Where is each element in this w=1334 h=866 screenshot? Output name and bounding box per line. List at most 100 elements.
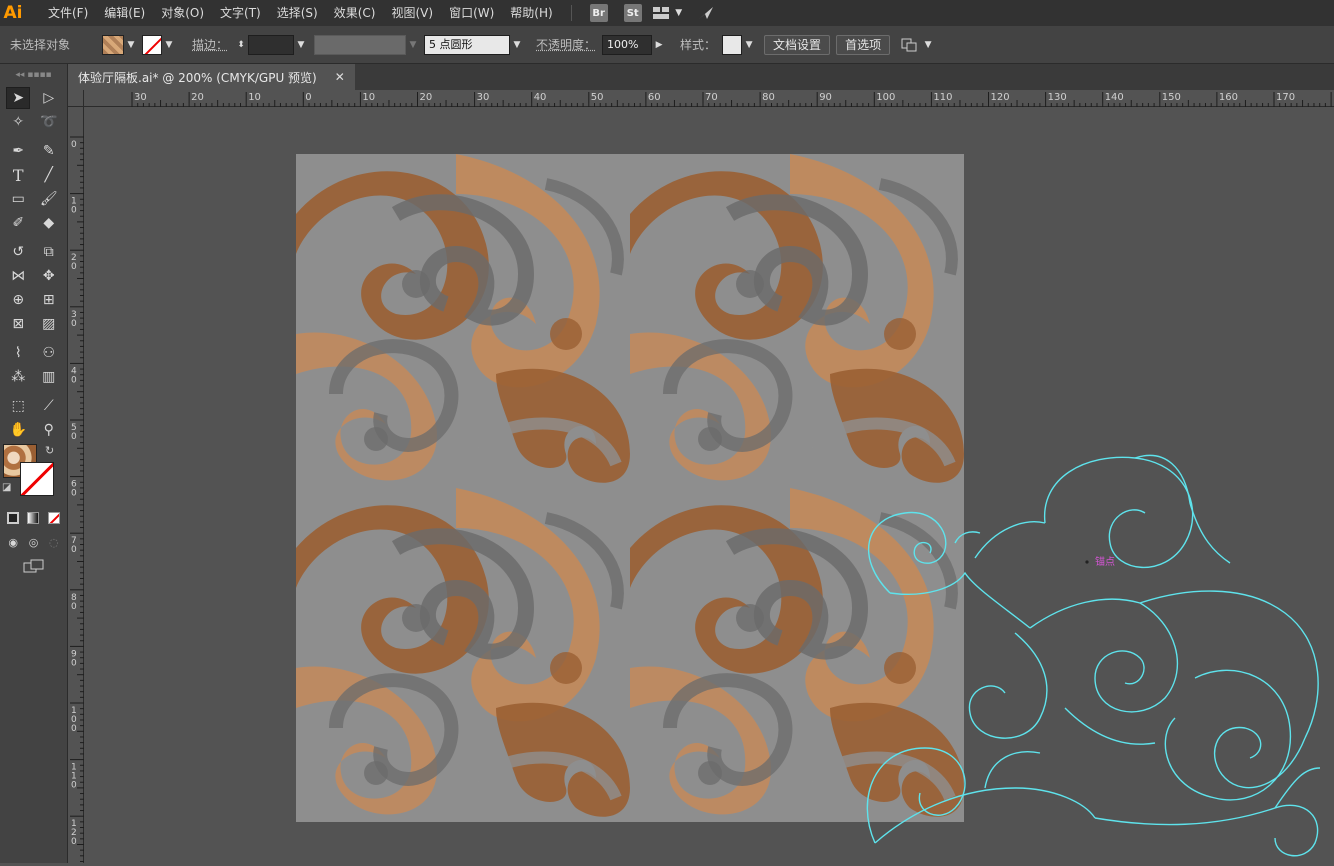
ruler-label: 0: [71, 837, 77, 847]
gpu-performance-icon[interactable]: [694, 2, 718, 24]
curvature-icon[interactable]: ✎: [37, 140, 61, 162]
pen-icon[interactable]: ✒: [6, 140, 30, 162]
chevron-right-icon[interactable]: ▶: [652, 40, 666, 50]
document-tab-bar: 体验厅隔板.ai* @ 200% (CMYK/GPU 预览) ✕: [68, 64, 1334, 90]
preferences-button[interactable]: 首选项: [836, 34, 891, 55]
anchor-hint-label: 锚点: [1095, 556, 1115, 568]
menu-help[interactable]: 帮助(H): [502, 0, 560, 26]
opacity-label[interactable]: 不透明度：: [530, 36, 602, 53]
gradient-icon[interactable]: ▨: [37, 313, 61, 335]
stock-button[interactable]: St: [623, 4, 642, 22]
draw-behind-icon[interactable]: ◎: [23, 531, 43, 553]
menu-effect[interactable]: 效果(C): [326, 0, 384, 26]
width-icon[interactable]: ⋈: [6, 265, 30, 287]
eraser-icon[interactable]: ◆: [37, 212, 61, 234]
blend-icon[interactable]: ⚇: [37, 342, 61, 364]
chevron-down-icon[interactable]: ▼: [510, 40, 524, 50]
none-icon[interactable]: [44, 507, 64, 529]
ruler-label: 0: [71, 140, 77, 150]
ruler-label: 160: [1219, 92, 1238, 103]
chevron-down-icon[interactable]: ▼: [742, 40, 756, 50]
gradient-icon[interactable]: [23, 507, 43, 529]
menu-edit[interactable]: 编辑(E): [96, 0, 153, 26]
arrange-documents-icon[interactable]: [897, 34, 921, 56]
stroke-swatch[interactable]: [142, 34, 162, 55]
symbol-sprayer-icon[interactable]: ⁂: [6, 366, 30, 388]
default-fill-stroke-icon[interactable]: ◪: [2, 482, 11, 493]
tool-row: ⌇ ⚇: [0, 341, 67, 365]
horizontal-ruler[interactable]: 30 20 10 0 10 20 30 40 50 60 70 80 90 100 110 120 130 140…: [84, 90, 1334, 107]
magic-wand-icon[interactable]: ✧: [6, 111, 30, 133]
rectangle-icon[interactable]: ▭: [6, 188, 30, 210]
close-icon[interactable]: ✕: [335, 70, 345, 84]
tool-row: ⊕ ⊞: [0, 288, 67, 312]
ruler-label: 30: [477, 92, 490, 103]
hand-icon[interactable]: ✋: [6, 419, 30, 441]
scale-icon[interactable]: ⧉: [37, 241, 61, 263]
tool-row: ✧ ➰: [0, 110, 67, 134]
menu-object[interactable]: 对象(O): [153, 0, 212, 26]
tool-row: ✋ ⚲: [0, 418, 67, 442]
graphic-style-swatch[interactable]: [722, 34, 743, 55]
tools-panel: ◂◂ ▪▪▪▪ ➤ ▷ ✧ ➰ ✒ ✎ T ╱ ▭ 🖌 ✐ ◆ ↺ ⧉ ⋈ ✥ ⊕ ⊞ ⊠ ▨ ⌇ ⚇ ⁂ ▥ ⬚ ⟋ ✋ ⚲ ↻ ◪…: [0, 64, 68, 863]
brush-definition[interactable]: 5 点圆形: [424, 34, 511, 55]
fill-swatch[interactable]: [102, 34, 124, 55]
chevron-down-icon[interactable]: ▼: [162, 40, 176, 50]
direct-selection-icon[interactable]: ▷: [37, 87, 61, 109]
bridge-button[interactable]: Br: [589, 4, 608, 22]
vertical-ruler[interactable]: 0102030405060708090100110120: [68, 107, 84, 863]
screen-mode-row: [0, 554, 67, 578]
selection-status: 未选择对象: [10, 38, 71, 52]
ruler-label: 30: [134, 92, 147, 103]
document-tab[interactable]: 体验厅隔板.ai* @ 200% (CMYK/GPU 预览) ✕: [68, 64, 355, 90]
menu-type[interactable]: 文字(T): [212, 0, 269, 26]
slice-icon[interactable]: ⟋: [37, 395, 61, 417]
collapse-panel-icon[interactable]: ◂◂ ▪▪▪▪: [0, 64, 67, 86]
stroke-stepper-icon[interactable]: ⬍: [234, 40, 248, 50]
draw-inside-icon[interactable]: ◌: [44, 531, 64, 553]
ruler-label: 70: [705, 92, 718, 103]
document-setup-button[interactable]: 文档设置: [764, 34, 831, 55]
ruler-label: 0: [71, 432, 77, 442]
ruler-label: 0: [71, 545, 77, 555]
shape-builder-icon[interactable]: ⊕: [6, 289, 30, 311]
eyedropper-icon[interactable]: ⌇: [6, 342, 30, 364]
chevron-down-icon[interactable]: ▼: [672, 8, 686, 18]
paintbrush-icon[interactable]: 🖌: [37, 188, 61, 210]
rotate-icon[interactable]: ↺: [6, 241, 30, 263]
stroke-weight-input[interactable]: [248, 34, 295, 55]
perspective-grid-icon[interactable]: ⊞: [37, 289, 61, 311]
swap-fill-stroke-icon[interactable]: ↻: [45, 444, 54, 457]
menu-window[interactable]: 窗口(W): [441, 0, 502, 26]
menu-view[interactable]: 视图(V): [383, 0, 441, 26]
mesh-icon[interactable]: ⊠: [6, 313, 30, 335]
column-graph-icon[interactable]: ▥: [37, 366, 61, 388]
screen-mode-icon[interactable]: [22, 555, 46, 577]
ruler-origin[interactable]: [68, 90, 84, 107]
line-segment-icon[interactable]: ╱: [37, 164, 61, 186]
ruler-label: 110: [933, 92, 952, 103]
ruler-label: 0: [71, 319, 77, 329]
workspace-layout-icon[interactable]: [650, 2, 672, 24]
color-icon[interactable]: [3, 507, 23, 529]
tool-row: ✒ ✎: [0, 139, 67, 163]
artboard-icon[interactable]: ⬚: [6, 395, 30, 417]
ruler-label: 50: [591, 92, 604, 103]
stroke-label[interactable]: 描边：: [186, 36, 234, 53]
ornament-outline-path[interactable]: 锚点: [855, 448, 1334, 863]
chevron-down-icon[interactable]: ▼: [124, 40, 138, 50]
menu-file[interactable]: 文件(F): [40, 0, 96, 26]
selection-icon[interactable]: ➤: [6, 87, 31, 109]
zoom-icon[interactable]: ⚲: [37, 419, 61, 441]
puppet-warp-icon[interactable]: ✥: [37, 265, 61, 287]
opacity-input[interactable]: 100%: [602, 34, 653, 55]
draw-normal-icon[interactable]: ◉: [3, 531, 23, 553]
menu-select[interactable]: 选择(S): [269, 0, 326, 26]
shaper-icon[interactable]: ✐: [6, 212, 30, 234]
stroke-color-box[interactable]: [20, 462, 54, 496]
type-icon[interactable]: T: [6, 164, 30, 186]
chevron-down-icon[interactable]: ▼: [294, 40, 308, 50]
chevron-down-icon[interactable]: ▼: [921, 40, 935, 50]
canvas[interactable]: 锚点: [85, 108, 1334, 863]
lasso-icon[interactable]: ➰: [37, 111, 61, 133]
